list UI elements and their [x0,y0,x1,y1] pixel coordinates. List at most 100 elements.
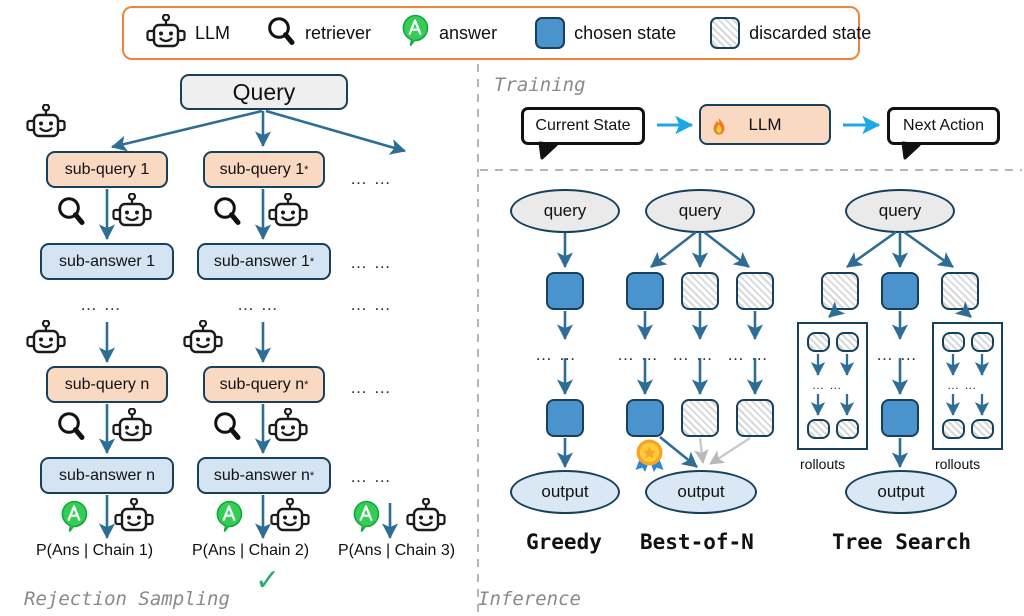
legend-label-llm: LLM [195,22,231,43]
magnifier-icon [56,411,86,446]
sub-query-n-star-box: sub-query n * [203,366,325,403]
sub-answer-n-star-box: sub-answer n * [197,457,331,494]
greedy-output-node: output [510,470,620,514]
bestofn-discarded-state-top-2 [736,272,774,310]
next-action-bubble: Next Action [887,107,1000,145]
chain-ellipsis: … … [80,295,122,314]
magnifier-icon [56,196,86,231]
bestofn-discarded-state-top-1 [681,272,719,310]
rollout-state-right-2 [971,332,994,352]
chain-ellipsis: … … [350,378,392,397]
robot-icon [270,497,310,537]
legend-bar: LLM retriever answer chosen state discar… [122,6,871,60]
chain-ellipsis: … … [350,169,392,188]
query-box: Query [180,74,348,110]
legend-label-retriever: retriever [305,22,372,43]
greedy-chosen-state-top [546,272,584,310]
chain-ellipsis: … … [237,295,279,314]
legend-item-retriever: retriever [266,16,371,51]
flame-icon [710,117,728,141]
chosen-state-swatch [535,17,566,49]
answer-bubble-icon [60,500,89,538]
sub-query-n-box: sub-query n [46,366,168,403]
medal-icon [633,438,666,478]
answer-bubble-icon [352,500,381,538]
sub-answer-n-star-label: sub-answer n [213,466,310,484]
chain-ellipsis: … … [350,253,392,272]
sub-query-1-star-box: sub-query 1 * [203,151,325,188]
legend-label-discarded: discarded state [749,22,872,43]
inference-caption: Inference [478,588,581,610]
discarded-state-swatch [710,17,741,49]
rollout-state-left-1 [807,332,830,352]
magnifier-icon [266,16,296,51]
legend-item-discarded: discarded state [710,17,871,49]
greedy-ellipsis: … … [535,345,577,364]
rollout-state-left-3 [807,419,830,439]
treesearch-discarded-state-top-right [941,272,979,310]
robot-icon [114,497,154,537]
legend-item-chosen: chosen state [535,17,676,49]
rollouts-label-left: rollouts [800,456,846,472]
legend-item-llm: LLM [146,12,231,53]
rollout-state-right-4 [971,419,994,439]
bestofn-discarded-state-bottom-2 [736,399,774,437]
treesearch-query-node: query [845,189,955,233]
robot-icon [112,192,152,232]
greedy-column-label: Greedy [526,530,602,554]
bestofn-chosen-state-bottom [626,399,664,437]
answer-bubble-icon [401,14,430,52]
rejection-sampling-caption: Rejection Sampling [24,588,230,610]
sub-query-n-star-label: sub-query n [219,375,305,393]
treesearch-chosen-state-top [881,272,919,310]
treesearch-output-node: output [845,470,957,514]
robot-icon [146,12,186,53]
chain-ellipsis: … … [350,295,392,314]
bestofn-ellipsis: … … [672,345,714,364]
sub-answer-1-star-label: sub-answer 1 [213,252,310,270]
sub-query-1-box: sub-query 1 [46,151,168,188]
bestofn-chosen-state-top [626,272,664,310]
rollout-state-right-3 [942,419,965,439]
treesearch-discarded-state-top-left [821,272,859,310]
rollouts-ellipsis-left: … … [812,378,843,392]
sub-answer-1-star-box: sub-answer 1 * [197,243,331,280]
robot-icon [26,103,66,143]
robot-icon [26,319,66,359]
chain-2-probability: P(Ans | Chain 2) [192,542,310,559]
training-llm-box: LLM [699,104,831,145]
sub-query-1-star-label: sub-query 1 [219,160,305,178]
rollout-state-right-1 [942,332,965,352]
robot-icon [268,407,308,447]
bestofn-query-node: query [645,189,755,233]
robot-icon [112,407,152,447]
legend-label-chosen: chosen state [574,22,677,43]
sub-answer-1-box: sub-answer 1 [40,243,174,280]
treesearch-column-label: Tree Search [832,530,972,554]
rollout-state-left-4 [836,419,859,439]
chain-3-probability: P(Ans | Chain 3) [338,542,456,559]
magnifier-icon [212,196,242,231]
selected-chain-checkmark: ✓ [255,564,281,597]
rollout-state-left-2 [836,332,859,352]
bestofn-ellipsis: … … [727,345,769,364]
magnifier-icon [212,411,242,446]
answer-bubble-icon [215,500,244,538]
treesearch-chosen-state-bottom [881,399,919,437]
rollouts-label-right: rollouts [935,456,981,472]
bestofn-ellipsis: … … [617,345,659,364]
rollouts-ellipsis-right: … … [947,378,978,392]
robot-icon [268,192,308,232]
robot-icon [183,319,223,359]
greedy-query-node: query [510,189,620,233]
treesearch-ellipsis: … … [876,345,918,364]
bestofn-discarded-state-bottom-1 [681,399,719,437]
sub-answer-n-box: sub-answer n [40,457,174,494]
legend-item-answer: answer [401,14,497,52]
chain-1-probability: P(Ans | Chain 1) [36,542,154,559]
training-caption: Training [494,74,586,96]
chain-ellipsis: … … [350,467,392,486]
greedy-chosen-state-bottom [546,399,584,437]
legend-label-answer: answer [439,22,498,43]
training-llm-label: LLM [748,114,782,134]
